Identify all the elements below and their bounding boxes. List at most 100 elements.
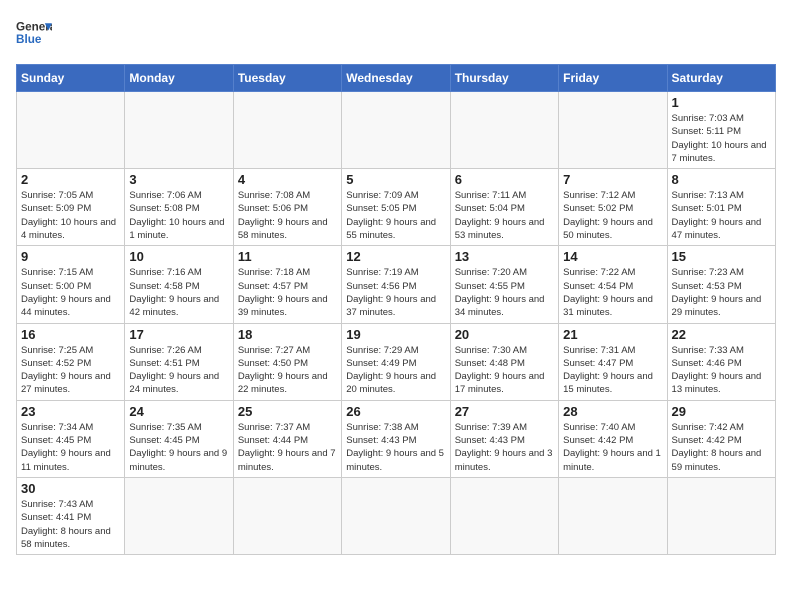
- calendar-table: SundayMondayTuesdayWednesdayThursdayFrid…: [16, 64, 776, 555]
- day-info: Sunrise: 7:27 AMSunset: 4:50 PMDaylight:…: [238, 344, 337, 397]
- calendar-cell: 14 Sunrise: 7:22 AMSunset: 4:54 PMDayligh…: [559, 246, 667, 323]
- calendar-week-4: 23 Sunrise: 7:34 AMSunset: 4:45 PMDayligh…: [17, 400, 776, 477]
- day-number: 15: [672, 249, 771, 264]
- day-number: 30: [21, 481, 120, 496]
- calendar-cell: 2 Sunrise: 7:05 AMSunset: 5:09 PMDaylight…: [17, 169, 125, 246]
- day-info: Sunrise: 7:18 AMSunset: 4:57 PMDaylight:…: [238, 266, 337, 319]
- day-info: Sunrise: 7:09 AMSunset: 5:05 PMDaylight:…: [346, 189, 445, 242]
- day-info: Sunrise: 7:25 AMSunset: 4:52 PMDaylight:…: [21, 344, 120, 397]
- day-number: 16: [21, 327, 120, 342]
- calendar-cell: 13 Sunrise: 7:20 AMSunset: 4:55 PMDayligh…: [450, 246, 558, 323]
- calendar-cell: 5 Sunrise: 7:09 AMSunset: 5:05 PMDaylight…: [342, 169, 450, 246]
- calendar-cell: [125, 477, 233, 554]
- day-number: 3: [129, 172, 228, 187]
- day-number: 11: [238, 249, 337, 264]
- calendar-cell: 28Sunrise: 7:40 AMSunset: 4:42 PMDayligh…: [559, 400, 667, 477]
- day-number: 5: [346, 172, 445, 187]
- calendar-week-2: 9 Sunrise: 7:15 AMSunset: 5:00 PMDaylight…: [17, 246, 776, 323]
- calendar-week-0: 1 Sunrise: 7:03 AMSunset: 5:11 PMDaylight…: [17, 92, 776, 169]
- calendar-cell: 1 Sunrise: 7:03 AMSunset: 5:11 PMDaylight…: [667, 92, 775, 169]
- calendar-week-1: 2 Sunrise: 7:05 AMSunset: 5:09 PMDaylight…: [17, 169, 776, 246]
- day-number: 9: [21, 249, 120, 264]
- calendar-cell: 7Sunrise: 7:12 AMSunset: 5:02 PMDaylight…: [559, 169, 667, 246]
- day-info: Sunrise: 7:15 AMSunset: 5:00 PMDaylight:…: [21, 266, 120, 319]
- calendar-cell: 24Sunrise: 7:35 AMSunset: 4:45 PMDayligh…: [125, 400, 233, 477]
- calendar-header-row: SundayMondayTuesdayWednesdayThursdayFrid…: [17, 65, 776, 92]
- calendar-cell: 22Sunrise: 7:33 AMSunset: 4:46 PMDayligh…: [667, 323, 775, 400]
- calendar-cell: [667, 477, 775, 554]
- day-number: 4: [238, 172, 337, 187]
- day-info: Sunrise: 7:26 AMSunset: 4:51 PMDaylight:…: [129, 344, 228, 397]
- day-number: 23: [21, 404, 120, 419]
- day-info: Sunrise: 7:19 AMSunset: 4:56 PMDaylight:…: [346, 266, 445, 319]
- calendar-week-3: 16 Sunrise: 7:25 AMSunset: 4:52 PMDayligh…: [17, 323, 776, 400]
- day-info: Sunrise: 7:31 AMSunset: 4:47 PMDaylight:…: [563, 344, 662, 397]
- day-number: 1: [672, 95, 771, 110]
- day-info: Sunrise: 7:29 AMSunset: 4:49 PMDaylight:…: [346, 344, 445, 397]
- page-header: General Blue: [16, 16, 776, 52]
- calendar-cell: 27 Sunrise: 7:39 AMSunset: 4:43 PMDayligh…: [450, 400, 558, 477]
- calendar-header-monday: Monday: [125, 65, 233, 92]
- day-number: 14: [563, 249, 662, 264]
- calendar-header-thursday: Thursday: [450, 65, 558, 92]
- day-info: Sunrise: 7:12 AMSunset: 5:02 PMDaylight:…: [563, 189, 662, 242]
- calendar-cell: 25 Sunrise: 7:37 AMSunset: 4:44 PMDayligh…: [233, 400, 341, 477]
- day-number: 10: [129, 249, 228, 264]
- calendar-cell: 11 Sunrise: 7:18 AMSunset: 4:57 PMDayligh…: [233, 246, 341, 323]
- calendar-cell: [17, 92, 125, 169]
- day-info: Sunrise: 7:13 AMSunset: 5:01 PMDaylight:…: [672, 189, 771, 242]
- day-number: 25: [238, 404, 337, 419]
- calendar-cell: 6 Sunrise: 7:11 AMSunset: 5:04 PMDaylight…: [450, 169, 558, 246]
- calendar-header-wednesday: Wednesday: [342, 65, 450, 92]
- day-info: Sunrise: 7:05 AMSunset: 5:09 PMDaylight:…: [21, 189, 120, 242]
- day-number: 27: [455, 404, 554, 419]
- calendar-cell: [342, 92, 450, 169]
- calendar-header-sunday: Sunday: [17, 65, 125, 92]
- calendar-cell: 26Sunrise: 7:38 AMSunset: 4:43 PMDayligh…: [342, 400, 450, 477]
- day-info: Sunrise: 7:42 AMSunset: 4:42 PMDaylight:…: [672, 421, 771, 474]
- calendar-cell: 19 Sunrise: 7:29 AMSunset: 4:49 PMDayligh…: [342, 323, 450, 400]
- logo-icon: General Blue: [16, 16, 52, 52]
- calendar-cell: [559, 92, 667, 169]
- day-info: Sunrise: 7:30 AMSunset: 4:48 PMDaylight:…: [455, 344, 554, 397]
- calendar-cell: [342, 477, 450, 554]
- day-number: 2: [21, 172, 120, 187]
- logo: General Blue: [16, 16, 52, 52]
- day-number: 26: [346, 404, 445, 419]
- calendar-week-5: 30 Sunrise: 7:43 AMSunset: 4:41 PMDayligh…: [17, 477, 776, 554]
- calendar-cell: 23 Sunrise: 7:34 AMSunset: 4:45 PMDayligh…: [17, 400, 125, 477]
- calendar-cell: [233, 92, 341, 169]
- calendar-cell: 12 Sunrise: 7:19 AMSunset: 4:56 PMDayligh…: [342, 246, 450, 323]
- day-info: Sunrise: 7:20 AMSunset: 4:55 PMDaylight:…: [455, 266, 554, 319]
- day-number: 20: [455, 327, 554, 342]
- calendar-cell: 21 Sunrise: 7:31 AMSunset: 4:47 PMDayligh…: [559, 323, 667, 400]
- calendar-cell: 16 Sunrise: 7:25 AMSunset: 4:52 PMDayligh…: [17, 323, 125, 400]
- calendar-cell: [125, 92, 233, 169]
- day-info: Sunrise: 7:33 AMSunset: 4:46 PMDaylight:…: [672, 344, 771, 397]
- day-info: Sunrise: 7:40 AMSunset: 4:42 PMDaylight:…: [563, 421, 662, 474]
- day-number: 17: [129, 327, 228, 342]
- day-info: Sunrise: 7:11 AMSunset: 5:04 PMDaylight:…: [455, 189, 554, 242]
- calendar-cell: [233, 477, 341, 554]
- calendar-cell: [450, 477, 558, 554]
- day-number: 19: [346, 327, 445, 342]
- day-info: Sunrise: 7:43 AMSunset: 4:41 PMDaylight:…: [21, 498, 120, 551]
- calendar-cell: 18 Sunrise: 7:27 AMSunset: 4:50 PMDayligh…: [233, 323, 341, 400]
- calendar-header-tuesday: Tuesday: [233, 65, 341, 92]
- day-number: 18: [238, 327, 337, 342]
- day-info: Sunrise: 7:34 AMSunset: 4:45 PMDaylight:…: [21, 421, 120, 474]
- day-number: 21: [563, 327, 662, 342]
- day-number: 12: [346, 249, 445, 264]
- day-info: Sunrise: 7:35 AMSunset: 4:45 PMDaylight:…: [129, 421, 228, 474]
- day-number: 6: [455, 172, 554, 187]
- day-info: Sunrise: 7:06 AMSunset: 5:08 PMDaylight:…: [129, 189, 228, 242]
- calendar-cell: 29Sunrise: 7:42 AMSunset: 4:42 PMDayligh…: [667, 400, 775, 477]
- day-number: 8: [672, 172, 771, 187]
- day-number: 13: [455, 249, 554, 264]
- day-info: Sunrise: 7:37 AMSunset: 4:44 PMDaylight:…: [238, 421, 337, 474]
- day-info: Sunrise: 7:16 AMSunset: 4:58 PMDaylight:…: [129, 266, 228, 319]
- svg-text:General: General: [16, 20, 52, 33]
- day-info: Sunrise: 7:39 AMSunset: 4:43 PMDaylight:…: [455, 421, 554, 474]
- day-info: Sunrise: 7:22 AMSunset: 4:54 PMDaylight:…: [563, 266, 662, 319]
- day-info: Sunrise: 7:03 AMSunset: 5:11 PMDaylight:…: [672, 112, 771, 165]
